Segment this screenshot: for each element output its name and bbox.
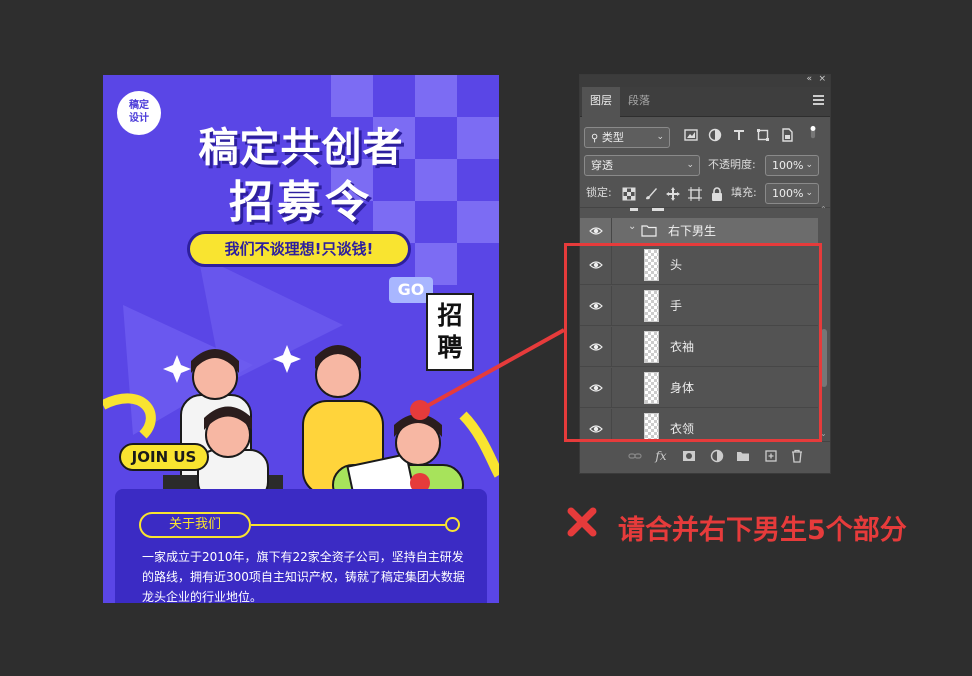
- annotation-connector: [410, 328, 565, 420]
- annotation-message: 请合并右下男生5个部分: [618, 515, 907, 546]
- cross-icon: [567, 507, 597, 537]
